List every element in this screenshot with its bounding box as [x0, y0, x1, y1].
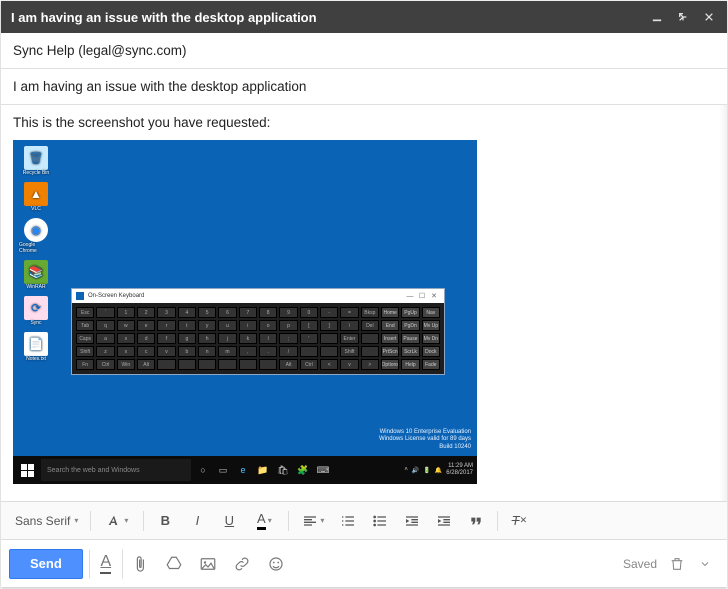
windows-taskbar: Search the web and Windows ○▭e 📁🛍🧩⌨ ˄🔊🔋🔔…	[13, 456, 477, 484]
desktop-icon-sync: ⟳Sync	[19, 296, 53, 326]
compose-body[interactable]: This is the screenshot you have requeste…	[1, 105, 727, 501]
desktop-icon-vlc: ▲VLC	[19, 182, 53, 212]
desktop-icon-chrome: ◉Google Chrome	[19, 218, 53, 254]
recipients-field[interactable]: Sync Help (legal@sync.com)	[1, 33, 727, 69]
more-options-button[interactable]	[691, 549, 719, 579]
font-family-picker[interactable]: Sans Serif▾	[9, 508, 84, 534]
italic-button[interactable]: I	[182, 508, 212, 534]
body-intro-text: This is the screenshot you have requeste…	[13, 115, 715, 130]
underline-button[interactable]: U	[214, 508, 244, 534]
formatting-toolbar: Sans Serif▾ ▾ B I U A▾ ▾	[1, 501, 727, 539]
popout-button[interactable]	[675, 9, 691, 25]
attach-file-button[interactable]	[123, 549, 157, 579]
insert-emoji-button[interactable]	[259, 549, 293, 579]
insert-link-button[interactable]	[225, 549, 259, 579]
indent-more-button[interactable]	[429, 508, 459, 534]
insert-photo-button[interactable]	[191, 549, 225, 579]
indent-less-button[interactable]	[397, 508, 427, 534]
close-button[interactable]	[701, 9, 717, 25]
text-color-button[interactable]: A▾	[246, 508, 282, 534]
subject-field[interactable]: I am having an issue with the desktop ap…	[1, 69, 727, 105]
insert-drive-button[interactable]	[157, 549, 191, 579]
desktop-icon-recycle-bin: 🗑Recycle Bin	[19, 146, 53, 176]
start-button	[13, 456, 41, 484]
numbered-list-button[interactable]	[333, 508, 363, 534]
bold-button[interactable]: B	[150, 508, 180, 534]
compose-titlebar: I am having an issue with the desktop ap…	[1, 1, 727, 33]
desktop-icon-winrar: 📚WinRAR	[19, 260, 53, 290]
embedded-screenshot: 🗑Recycle Bin ▲VLC ◉Google Chrome 📚WinRAR…	[13, 140, 477, 484]
send-button[interactable]: Send	[9, 549, 83, 579]
desktop-icons: 🗑Recycle Bin ▲VLC ◉Google Chrome 📚WinRAR…	[19, 146, 53, 362]
compose-title: I am having an issue with the desktop ap…	[11, 10, 639, 25]
saved-indicator: Saved	[623, 557, 657, 571]
align-button[interactable]: ▾	[295, 508, 331, 534]
font-size-picker[interactable]: ▾	[97, 508, 137, 534]
quote-button[interactable]	[461, 508, 491, 534]
desktop-icon-notes: 📄Notes.txt	[19, 332, 53, 362]
taskbar-search: Search the web and Windows	[41, 459, 191, 481]
discard-draft-button[interactable]	[663, 549, 691, 579]
formatting-toggle-button[interactable]: A	[89, 549, 123, 579]
on-screen-keyboard-window: On-Screen Keyboard —☐✕ Esc`1234567890-=B…	[71, 288, 445, 375]
compose-window: I am having an issue with the desktop ap…	[1, 1, 727, 587]
windows-watermark: Windows 10 Enterprise Evaluation Windows…	[379, 429, 471, 452]
remove-formatting-button[interactable]: T✕	[504, 508, 534, 534]
subject-text: I am having an issue with the desktop ap…	[13, 79, 306, 94]
minimize-button[interactable]	[649, 9, 665, 25]
bulleted-list-button[interactable]	[365, 508, 395, 534]
action-bar: Send A Saved	[1, 539, 727, 587]
recipient-chip: Sync Help (legal@sync.com)	[13, 43, 187, 58]
